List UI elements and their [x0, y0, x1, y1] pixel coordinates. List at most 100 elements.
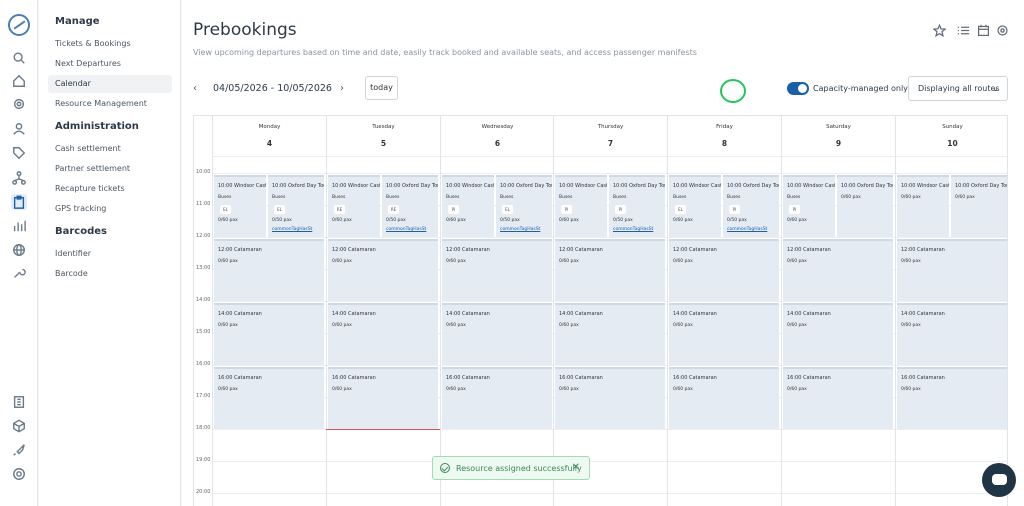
- chart-icon[interactable]: [11, 218, 27, 234]
- clipboard-icon[interactable]: [11, 194, 27, 210]
- day-name: Saturday: [826, 124, 851, 130]
- event-oxford-day-tour[interactable]: 10:00 Oxford Day Tour Buses RE 0/50 pax comm…: [382, 175, 438, 237]
- event-catamaran[interactable]: 16:00 Catamaran 0/60 pax: [442, 367, 552, 429]
- event-catamaran[interactable]: 16:00 Catamaran 0/60 pax: [214, 367, 324, 429]
- event-catamaran[interactable]: 14:00 Catamaran 0/60 pax: [214, 303, 324, 365]
- sidebar-item-recapture-tickets[interactable]: Recapture tickets: [48, 180, 172, 198]
- event-catamaran[interactable]: 12:00 Catamaran 0/60 pax: [783, 239, 893, 301]
- event-catamaran[interactable]: 16:00 Catamaran 0/60 pax: [555, 367, 665, 429]
- event-catamaran[interactable]: 12:00 Catamaran 0/60 pax: [555, 239, 665, 301]
- calendar-view-icon[interactable]: [977, 22, 991, 36]
- network-icon[interactable]: [11, 170, 27, 186]
- close-icon[interactable]: ✕: [572, 462, 580, 473]
- event-windsor-castle[interactable]: 10:00 Windsor Castle Buses EL 0/60 pax: [669, 175, 721, 237]
- event-title: 12:00 Catamaran: [446, 247, 490, 253]
- sidebar-item-barcode[interactable]: Barcode: [48, 265, 172, 283]
- event-windsor-castle[interactable]: 10:00 Windsor Castle Buses PI 0/60 pax: [783, 175, 835, 237]
- event-pax: 0/60 pax: [787, 323, 807, 328]
- rocket-icon[interactable]: [11, 442, 27, 458]
- check-circle-icon: [440, 463, 450, 473]
- event-title: 12:00 Catamaran: [673, 247, 717, 253]
- search-icon[interactable]: [11, 50, 27, 66]
- event-pax: 0/60 pax: [841, 195, 861, 200]
- users-icon[interactable]: [11, 121, 27, 137]
- tag-icon[interactable]: [11, 145, 27, 161]
- event-oxford-day-tour[interactable]: 10:00 Oxford Day Tour Buses EL 0/50 pax comm…: [268, 175, 324, 237]
- event-oxford-day-tour[interactable]: 10:00 Oxford Day Tour Buses EL 0/50 pax comm…: [496, 175, 552, 237]
- event-pax: 0/60 pax: [673, 259, 693, 264]
- chat-support-button[interactable]: [982, 463, 1016, 497]
- event-catamaran[interactable]: 16:00 Catamaran 0/60 pax: [783, 367, 893, 429]
- sidebar-item-cash-settlement[interactable]: Cash settlement: [48, 140, 172, 158]
- event-oxford-day-tour[interactable]: 10:00 Oxford Day Tour Buses PI 0/50 pax comm…: [609, 175, 665, 237]
- logo-icon[interactable]: [8, 14, 30, 36]
- prev-week-button[interactable]: ‹: [193, 83, 197, 94]
- event-pax: 0/60 pax: [332, 259, 352, 264]
- globe-icon[interactable]: [11, 242, 27, 258]
- sidebar-item-calendar[interactable]: Calendar: [48, 75, 172, 93]
- event-catamaran[interactable]: 12:00 Catamaran 0/60 pax: [442, 239, 552, 301]
- event-catamaran[interactable]: 14:00 Catamaran 0/60 pax: [328, 303, 438, 365]
- sidebar-item-resource-management[interactable]: Resource Management: [48, 95, 172, 113]
- event-oxford-day-tour[interactable]: 10:00 Oxford Day Tour 0/60 pax: [951, 175, 1007, 237]
- event-catamaran[interactable]: 12:00 Catamaran 0/60 pax: [214, 239, 324, 301]
- event-catamaran[interactable]: 16:00 Catamaran 0/60 pax: [669, 367, 779, 429]
- sidebar-item-partner-settlement[interactable]: Partner settlement: [48, 160, 172, 178]
- event-windsor-castle[interactable]: 10:00 Windsor Castle Buses RE 0/60 pax: [328, 175, 380, 237]
- today-button[interactable]: today: [365, 76, 398, 100]
- wrench-icon[interactable]: [11, 265, 27, 281]
- resource-badge: PI: [615, 205, 626, 214]
- sidebar-item-next-departures[interactable]: Next Departures: [48, 55, 172, 73]
- settings-icon[interactable]: [11, 96, 27, 112]
- event-pax: 0/60 pax: [218, 259, 238, 264]
- sidebar-item-tickets-bookings[interactable]: Tickets & Bookings: [48, 35, 172, 53]
- event-oxford-day-tour[interactable]: 10:00 Oxford Day Tour 0/60 pax: [837, 175, 893, 237]
- event-kind: Buses: [218, 195, 232, 200]
- event-kind: Buses: [332, 195, 346, 200]
- resource-badge: RE: [334, 205, 345, 214]
- event-catamaran[interactable]: 14:00 Catamaran 0/60 pax: [897, 303, 1007, 365]
- event-windsor-castle[interactable]: 10:00 Windsor Castle Buses PI 0/60 pax: [555, 175, 607, 237]
- event-oxford-day-tour[interactable]: 10:00 Oxford Day Tour Buses PI 0/50 pax comm…: [723, 175, 779, 237]
- event-catamaran[interactable]: 12:00 Catamaran 0/60 pax: [669, 239, 779, 301]
- event-title: 14:00 Catamaran: [901, 311, 945, 317]
- page-title: Prebookings: [193, 20, 297, 40]
- help-icon[interactable]: [11, 466, 27, 482]
- event-kind: Buses: [727, 195, 741, 200]
- event-pax: 0/60 pax: [901, 323, 921, 328]
- home-icon[interactable]: [11, 73, 27, 89]
- event-title: 10:00 Oxford Day Tour: [386, 183, 438, 189]
- event-catamaran[interactable]: 14:00 Catamaran 0/60 pax: [555, 303, 665, 365]
- event-kind: Buses: [500, 195, 514, 200]
- star-icon[interactable]: [932, 22, 947, 38]
- building-icon[interactable]: [11, 394, 27, 410]
- day-header: Monday 4: [212, 116, 326, 156]
- event-windsor-castle[interactable]: 10:00 Windsor Castle Buses EL 0/60 pax: [214, 175, 266, 237]
- current-time-indicator: [326, 429, 440, 430]
- cube-icon[interactable]: [11, 418, 27, 434]
- day-header: Friday 8: [667, 116, 781, 156]
- gear-icon[interactable]: [996, 22, 1010, 36]
- event-catamaran[interactable]: 12:00 Catamaran 0/60 pax: [897, 239, 1007, 301]
- event-pax: 0/60 pax: [673, 218, 693, 223]
- hour-line: [212, 461, 1007, 462]
- event-catamaran[interactable]: 14:00 Catamaran 0/60 pax: [669, 303, 779, 365]
- event-catamaran[interactable]: 14:00 Catamaran 0/60 pax: [442, 303, 552, 365]
- sidebar-item-gps-tracking[interactable]: GPS tracking: [48, 200, 172, 218]
- sidebar-item-identifier[interactable]: Identifier: [48, 245, 172, 263]
- event-pax: 0/60 pax: [446, 218, 466, 223]
- resource-badge: EL: [274, 205, 285, 214]
- event-title: 16:00 Catamaran: [901, 375, 945, 381]
- capacity-managed-toggle[interactable]: [787, 82, 809, 95]
- list-view-icon[interactable]: [957, 22, 971, 36]
- time-label: 15:00: [196, 329, 211, 335]
- route-select[interactable]: Displaying all routes ⌄: [908, 76, 1008, 101]
- event-catamaran[interactable]: 16:00 Catamaran 0/60 pax: [328, 367, 438, 429]
- event-catamaran[interactable]: 16:00 Catamaran 0/60 pax: [897, 367, 1007, 429]
- event-catamaran[interactable]: 12:00 Catamaran 0/60 pax: [328, 239, 438, 301]
- week-calendar: Monday 4 Tuesday 5 Wednesday 6 Thursday 7 Friday…: [193, 115, 1008, 506]
- next-week-button[interactable]: ›: [340, 83, 344, 94]
- event-catamaran[interactable]: 14:00 Catamaran 0/60 pax: [783, 303, 893, 365]
- event-windsor-castle[interactable]: 10:00 Windsor Castle Buses PI 0/60 pax: [442, 175, 494, 237]
- event-windsor-castle[interactable]: 10:00 Windsor Castle 0/60 pax: [897, 175, 949, 237]
